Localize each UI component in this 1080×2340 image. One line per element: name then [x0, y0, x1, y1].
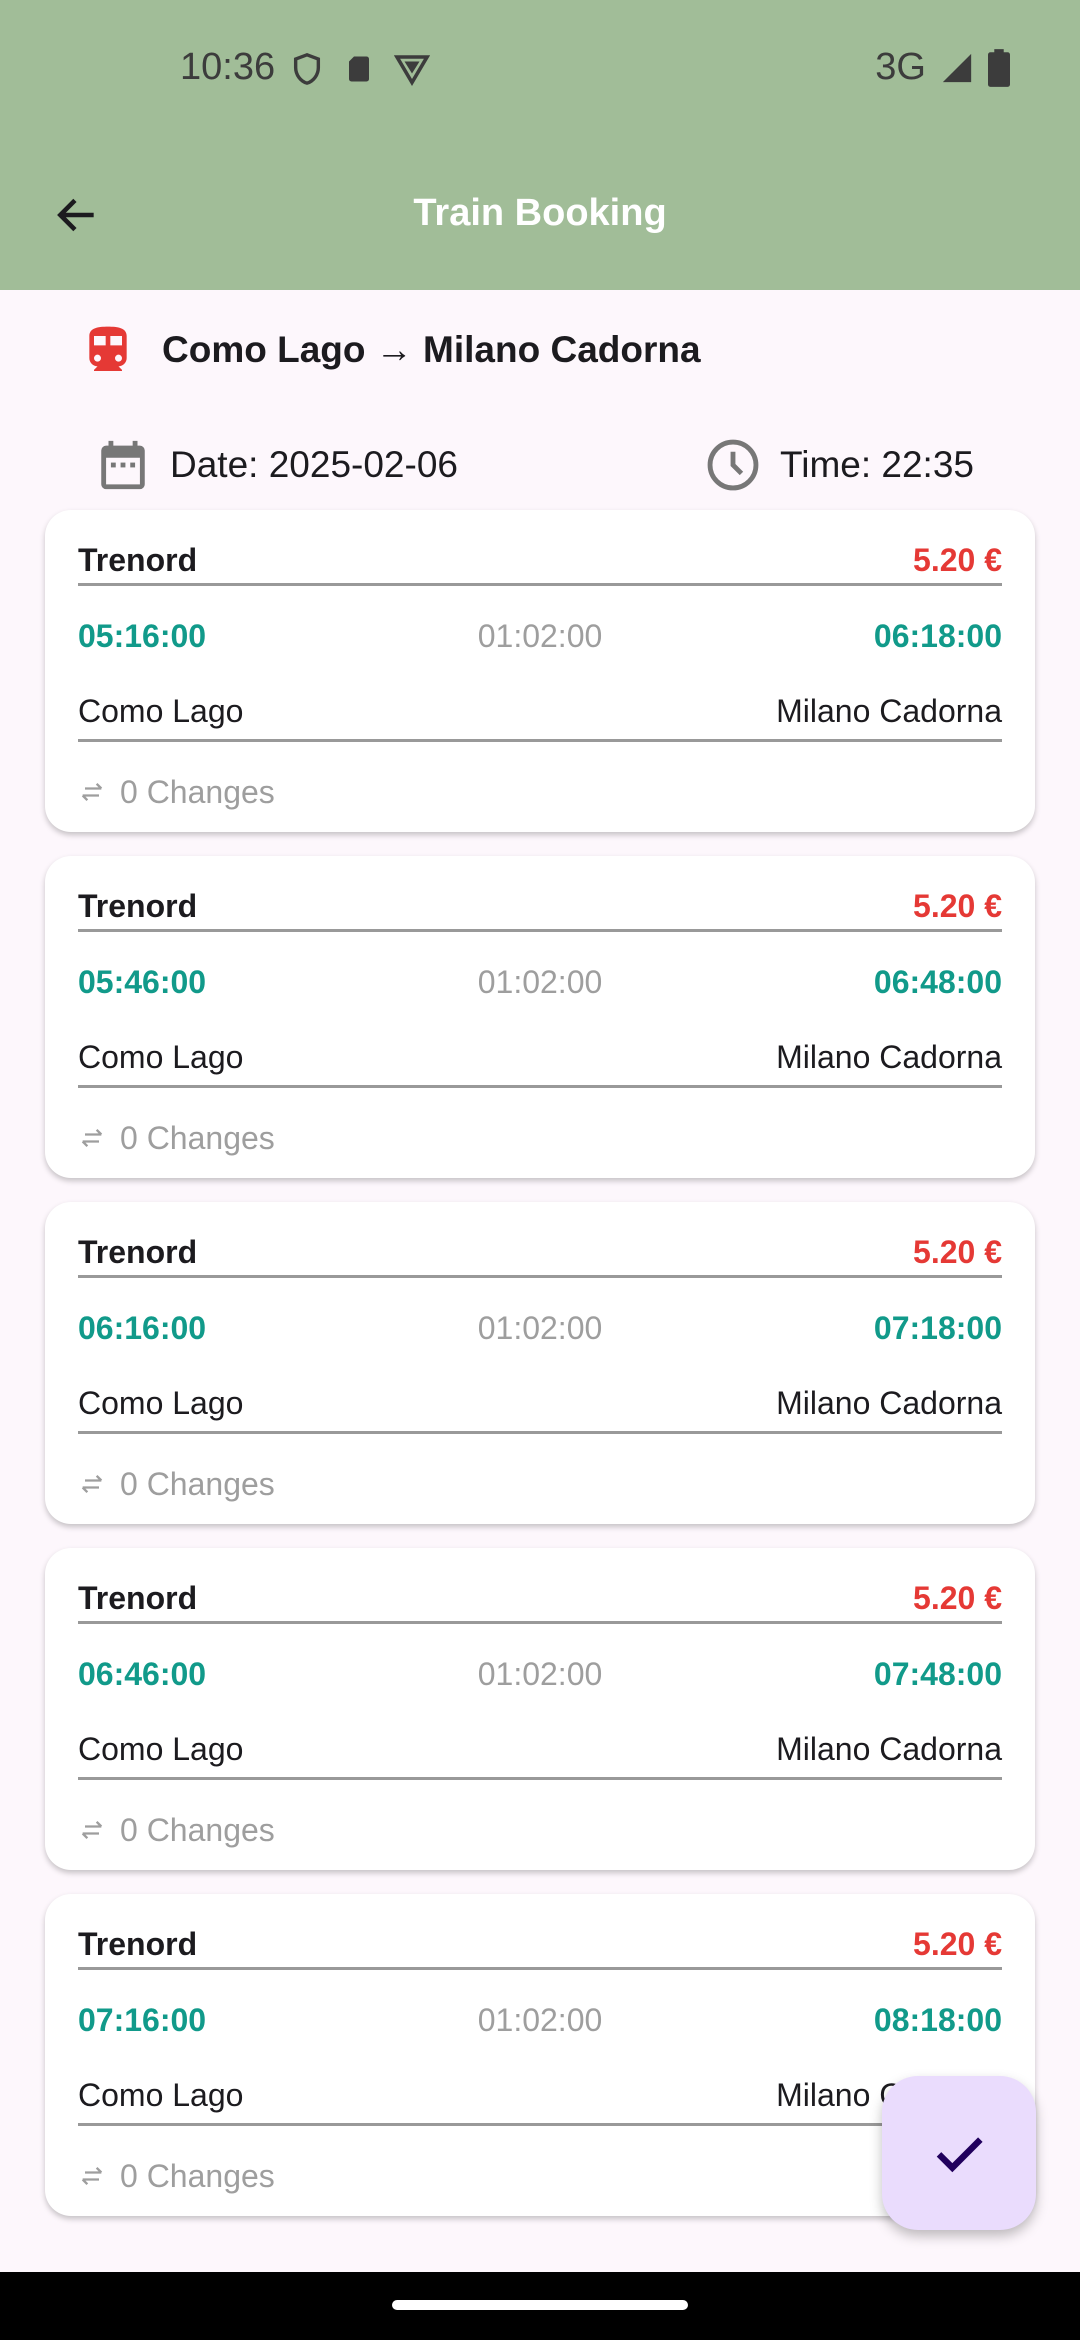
connection-list: Trenord 5.20 € 05:16:00 01:02:00 06:18:00 C…: [45, 510, 1035, 2240]
route-to: Milano Cadorna: [423, 329, 701, 370]
operator-name: Trenord: [78, 541, 198, 578]
arrival-time: 06:18:00: [873, 617, 1002, 654]
departure-station: Como Lago: [78, 2076, 244, 2113]
ticket-price: 5.20 €: [913, 1925, 1002, 1962]
app-bar: Train Booking: [0, 140, 1080, 290]
ticket-price: 5.20 €: [913, 1233, 1002, 1270]
calendar-icon: [101, 440, 145, 490]
train-icon: [89, 326, 127, 371]
home-gesture-handle[interactable]: [392, 2300, 688, 2310]
divider: [78, 739, 1002, 742]
arrival-station: Milano Cadorna: [776, 1038, 1002, 1075]
departure-time: 05:46:00: [78, 963, 207, 1000]
operator-name: Trenord: [78, 887, 198, 924]
trip-duration: 01:02:00: [477, 2001, 603, 2038]
check-icon: [936, 2137, 983, 2173]
swap-arrows-icon: [81, 783, 103, 801]
date-label: Date: 2025-02-06: [170, 444, 458, 485]
changes-count: 0 Changes: [120, 1811, 275, 1848]
arrival-time: 06:48:00: [873, 963, 1002, 1000]
clock-icon: [707, 439, 759, 491]
divider: [78, 1621, 1002, 1624]
sd-card-icon: [349, 56, 369, 82]
connection-card[interactable]: Trenord 5.20 € 06:46:00 01:02:00 07:48:00 C…: [45, 1548, 1035, 1870]
route-arrow: →: [375, 329, 413, 370]
ticket-price: 5.20 €: [913, 1579, 1002, 1616]
signal-icon: [942, 53, 972, 82]
trip-duration: 01:02:00: [477, 1655, 603, 1692]
battery-icon: [988, 48, 1010, 87]
departure-time: 06:16:00: [78, 1309, 207, 1346]
connection-card[interactable]: Trenord 5.20 € 06:16:00 01:02:00 07:18:00 C…: [45, 1202, 1035, 1524]
departure-station: Como Lago: [78, 1038, 244, 1075]
divider: [78, 1967, 1002, 1970]
arrival-station: Milano Cadorna: [776, 1730, 1002, 1767]
arrival-time: 07:18:00: [873, 1309, 1002, 1346]
vpn-icon: [394, 55, 430, 87]
divider: [78, 1431, 1002, 1434]
ticket-price: 5.20 €: [913, 887, 1002, 924]
swap-arrows-icon: [81, 1475, 103, 1493]
divider: [78, 583, 1002, 586]
trip-duration: 01:02:00: [477, 963, 603, 1000]
page-title: Train Booking: [413, 192, 667, 234]
changes-count: 0 Changes: [120, 1465, 275, 1502]
swap-arrows-icon: [81, 1129, 103, 1147]
departure-station: Como Lago: [78, 1384, 244, 1421]
departure-time: 06:46:00: [78, 1655, 207, 1692]
operator-name: Trenord: [78, 1579, 198, 1616]
connection-card[interactable]: Trenord 5.20 € 05:46:00 01:02:00 06:48:00 C…: [45, 856, 1035, 1178]
network-type: 3G: [875, 46, 926, 88]
trip-duration: 01:02:00: [477, 1309, 603, 1346]
departure-time: 07:16:00: [78, 2001, 207, 2038]
departure-station: Como Lago: [78, 1730, 244, 1767]
date-display[interactable]: Date: 2025-02-06: [94, 436, 458, 494]
arrival-time: 07:48:00: [873, 1655, 1002, 1692]
divider: [78, 929, 1002, 932]
navigation-bar: [0, 2272, 1080, 2340]
status-time: 10:36: [180, 46, 276, 88]
arrival-station: Milano Cadorna: [776, 1384, 1002, 1421]
divider: [78, 1275, 1002, 1278]
swap-arrows-icon: [81, 1821, 103, 1839]
arrival-station: Milano Cadorna: [776, 692, 1002, 729]
status-bar: 10:36 3G: [0, 0, 1080, 140]
divider: [78, 1777, 1002, 1780]
connection-card[interactable]: Trenord 5.20 € 05:16:00 01:02:00 06:18:00 C…: [45, 510, 1035, 832]
time-display[interactable]: Time: 22:35: [704, 436, 974, 494]
confirm-fab-button[interactable]: [882, 2076, 1036, 2230]
changes-count: 0 Changes: [120, 773, 275, 810]
changes-count: 0 Changes: [120, 1119, 275, 1156]
swap-arrows-icon: [81, 2167, 103, 2185]
time-label: Time: 22:35: [780, 444, 974, 485]
arrival-time: 08:18:00: [873, 2001, 1002, 2038]
operator-name: Trenord: [78, 1925, 198, 1962]
divider: [78, 1085, 1002, 1088]
departure-time: 05:16:00: [78, 617, 207, 654]
route-from: Como Lago: [162, 329, 366, 370]
ticket-price: 5.20 €: [913, 541, 1002, 578]
departure-station: Como Lago: [78, 692, 244, 729]
changes-count: 0 Changes: [120, 2157, 275, 2194]
divider: [78, 2123, 1002, 2126]
shield-icon: [293, 53, 321, 85]
trip-duration: 01:02:00: [477, 617, 603, 654]
operator-name: Trenord: [78, 1233, 198, 1270]
route-header: Como Lago → Milano Cadorna: [80, 322, 701, 378]
